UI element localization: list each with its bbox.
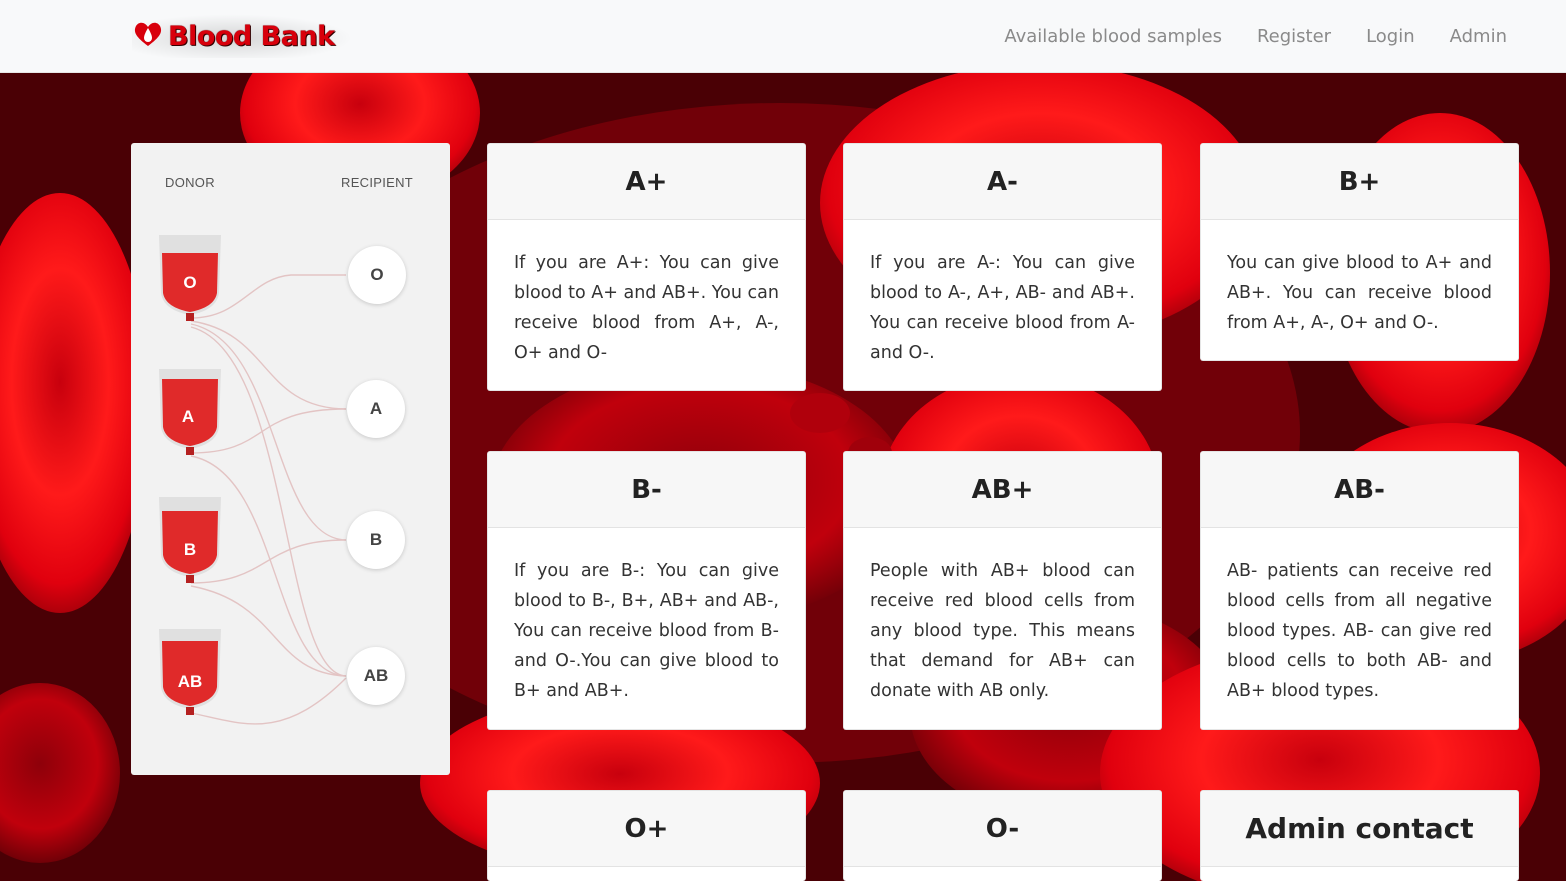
card-title: B- <box>488 452 805 528</box>
card-title: B+ <box>1201 144 1518 220</box>
card-text: If you are B-: You can give blood to B-,… <box>514 561 779 701</box>
nav-links: Available blood samples Register Login A… <box>1004 0 1507 73</box>
recipient-b: B <box>347 511 405 569</box>
donor-bag-ab: AB <box>177 672 203 691</box>
card-b-negative: B- If you are B-: You can give blood to … <box>487 451 806 730</box>
donor-bag-b: B <box>183 540 197 559</box>
nav-admin[interactable]: Admin <box>1450 26 1507 47</box>
recipient-a: A <box>347 380 405 438</box>
card-title: AB+ <box>844 452 1161 528</box>
card-title: O+ <box>488 791 805 867</box>
card-title: O- <box>844 791 1161 867</box>
nav-login[interactable]: Login <box>1366 26 1415 47</box>
card-title: Admin contact <box>1201 791 1518 867</box>
nav-available-samples[interactable]: Available blood samples <box>1004 26 1222 47</box>
card-text: If you are A+: You can give blood to A+ … <box>514 253 779 363</box>
blood-drop-heart-icon <box>132 20 164 52</box>
brand-link[interactable]: Blood Bank <box>132 14 353 58</box>
recipient-ab: AB <box>347 647 405 705</box>
card-title: AB- <box>1201 452 1518 528</box>
card-a-positive: A+ If you are A+: You can give blood to … <box>487 143 806 391</box>
brand-name: Blood Bank <box>168 20 335 52</box>
card-title: A+ <box>488 144 805 220</box>
recipient-o: O <box>348 246 406 304</box>
compatibility-chart: DONOR RECIPIENT O A B AB O A B AB <box>131 143 450 775</box>
donor-bag-a: A <box>181 407 195 426</box>
card-ab-negative: AB- AB- patients can receive red blood c… <box>1200 451 1519 730</box>
card-text: You can give blood to A+ and AB+. You ca… <box>1227 253 1492 333</box>
card-ab-positive: AB+ People with AB+ blood can receive re… <box>843 451 1162 730</box>
card-title: A- <box>844 144 1161 220</box>
navbar: Blood Bank Available blood samples Regis… <box>0 0 1566 73</box>
donor-bag-o: O <box>183 273 197 292</box>
card-a-negative: A- If you are A-: You can give blood to … <box>843 143 1162 391</box>
card-o-negative: O- <box>843 790 1162 881</box>
blood-bag-icons <box>159 235 221 715</box>
card-text: If you are A-: You can give blood to A-,… <box>870 253 1135 363</box>
nav-register[interactable]: Register <box>1257 26 1331 47</box>
card-text: People with AB+ blood can receive red bl… <box>870 561 1135 701</box>
card-text: AB- patients can receive red blood cells… <box>1227 561 1492 701</box>
card-b-positive: B+ You can give blood to A+ and AB+. You… <box>1200 143 1519 361</box>
card-admin-contact: Admin contact <box>1200 790 1519 881</box>
card-o-positive: O+ <box>487 790 806 881</box>
